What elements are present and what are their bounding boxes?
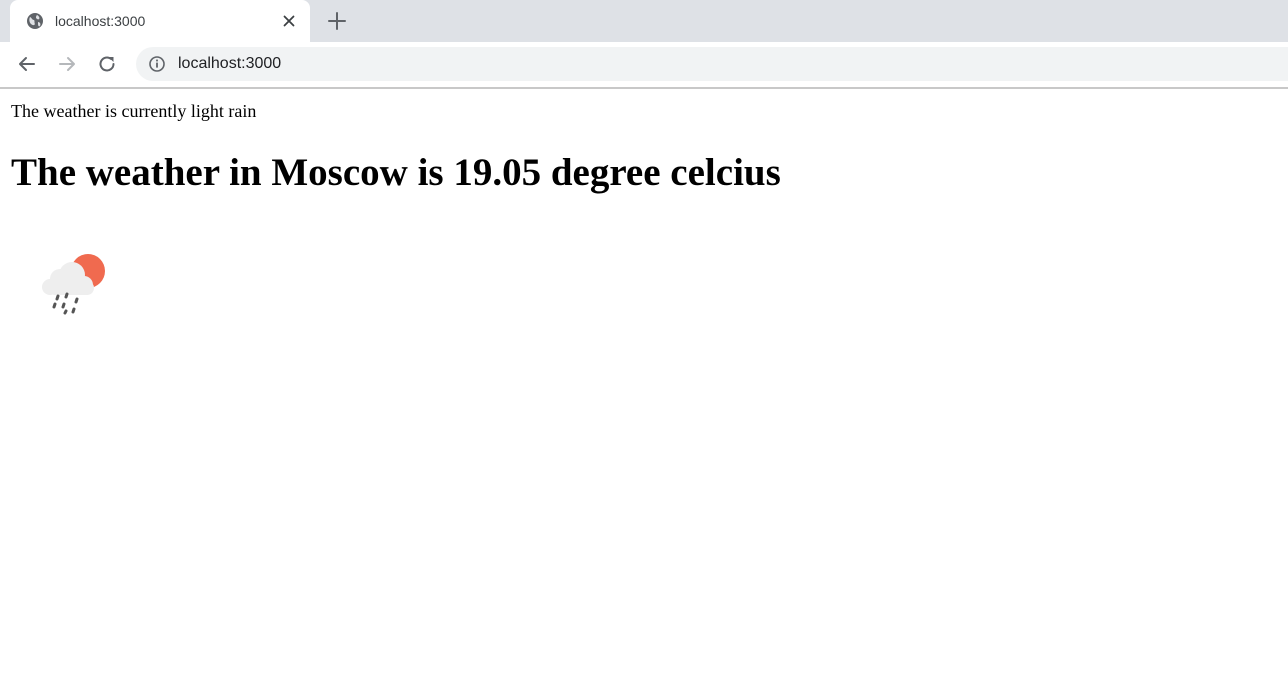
light-rain-icon xyxy=(42,254,105,315)
close-icon[interactable] xyxy=(280,12,298,30)
arrow-left-icon[interactable] xyxy=(16,53,38,75)
address-bar[interactable]: localhost:3000 xyxy=(136,47,1288,81)
browser-window: localhost:3000 localhost:3000 The weathe… xyxy=(0,0,1288,677)
tab-title: localhost:3000 xyxy=(55,13,146,29)
reload-icon[interactable] xyxy=(96,53,118,75)
weather-description: The weather is currently light rain xyxy=(11,101,257,121)
arrow-right-icon[interactable] xyxy=(56,53,78,75)
new-tab-plus-icon[interactable] xyxy=(326,10,348,32)
info-icon[interactable] xyxy=(148,55,166,73)
tab-strip: localhost:3000 xyxy=(0,0,1288,42)
globe-icon xyxy=(27,13,43,29)
url-text[interactable]: localhost:3000 xyxy=(178,54,281,74)
tab-localhost[interactable]: localhost:3000 xyxy=(10,0,310,42)
toolbar: localhost:3000 xyxy=(0,42,1288,89)
page-content: The weather is currently light rain The … xyxy=(0,89,1288,677)
page-title: The weather in Moscow is 19.05 degree ce… xyxy=(11,151,781,194)
